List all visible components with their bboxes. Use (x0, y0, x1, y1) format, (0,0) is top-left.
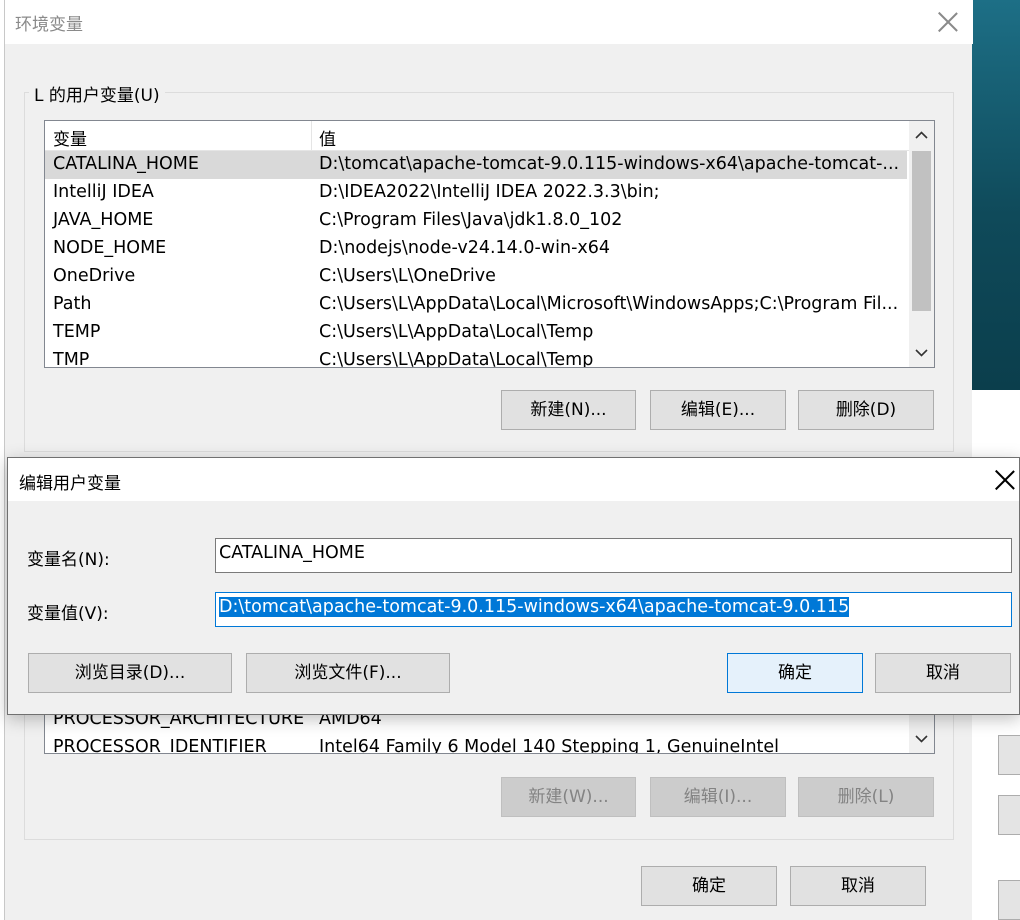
variable-name-cell: OneDrive (53, 266, 136, 286)
table-row[interactable]: JAVA_HOME C:\Program Files\Java\jdk1.8.0_… (45, 207, 907, 235)
background-button (998, 735, 1020, 775)
window-titlebar: 环境变量 (5, 0, 973, 44)
variable-name-input[interactable]: CATALINA_HOME (215, 538, 1012, 573)
cancel-button[interactable]: 取消 (790, 866, 926, 906)
user-variables-label: L 的用户变量(U) (29, 81, 165, 106)
column-separator[interactable] (311, 121, 312, 151)
button-label: 取消 (926, 663, 960, 683)
button-label: 删除(D) (835, 400, 897, 420)
variable-name-cell: CATALINA_HOME (53, 154, 199, 174)
close-icon[interactable] (937, 11, 959, 33)
button-label: 确定 (692, 876, 726, 896)
variable-value-cell: D:\tomcat\apache-tomcat-9.0.115-windows-… (319, 154, 900, 174)
button-label: 编辑(I)... (683, 787, 753, 807)
button-label: 浏览文件(F)... (294, 663, 402, 683)
variable-name-label: 变量名(N): (27, 550, 110, 570)
variable-value-cell: C:\Users\L\AppData\Local\Temp (319, 350, 594, 368)
variable-value-cell: D:\IDEA2022\IntelliJ IDEA 2022.3.3\bin; (319, 182, 660, 202)
edit-user-variable-button[interactable]: 编辑(E)... (650, 390, 786, 430)
variable-value-cell: C:\Users\L\AppData\Local\Microsoft\Windo… (319, 294, 899, 314)
variable-name-cell: TEMP (53, 322, 101, 342)
user-variables-list[interactable]: 变量 值 CATALINA_HOME D:\tomcat\apache-tomca… (44, 120, 935, 368)
table-row[interactable]: Path C:\Users\L\AppData\Local\Microsoft\W… (45, 291, 907, 319)
variable-name-cell: Path (53, 294, 92, 314)
scroll-up-icon[interactable] (915, 129, 928, 142)
variable-name-value: CATALINA_HOME (219, 543, 365, 563)
variable-name-cell: NODE_HOME (53, 238, 167, 258)
button-label: 编辑(E)... (680, 400, 756, 420)
variable-name-cell: IntelliJ IDEA (53, 182, 154, 202)
close-icon[interactable] (994, 469, 1016, 491)
variable-value-cell: C:\Users\L\AppData\Local\Temp (319, 322, 594, 342)
scrollbar-thumb[interactable] (912, 151, 931, 311)
button-label: 取消 (841, 876, 875, 896)
table-row[interactable]: IntelliJ IDEA D:\IDEA2022\IntelliJ IDEA 2… (45, 179, 907, 207)
vertical-scrollbar[interactable] (909, 121, 934, 367)
delete-user-variable-button[interactable]: 删除(D) (798, 390, 934, 430)
background-button (998, 880, 1020, 920)
dialog-ok-button[interactable]: 确定 (727, 653, 863, 693)
edit-user-variable-dialog: 编辑用户变量 变量名(N): CATALINA_HOME 变量值(V): D:\… (7, 457, 1020, 715)
variable-name-cell: PROCESSOR_IDENTIFIER (53, 737, 267, 754)
delete-system-variable-button[interactable]: 删除(L) (798, 777, 934, 817)
button-label: 新建(N)... (530, 400, 607, 420)
dialog-title: 编辑用户变量 (19, 474, 121, 494)
column-header-name[interactable]: 变量 (53, 125, 87, 150)
table-row[interactable]: NODE_HOME D:\nodejs\node-v24.14.0-win-x64 (45, 235, 907, 263)
dialog-titlebar: 编辑用户变量 (8, 458, 1019, 501)
browse-directory-button[interactable]: 浏览目录(D)... (28, 653, 232, 693)
table-row[interactable]: TEMP C:\Users\L\AppData\Local\Temp (45, 319, 907, 347)
desktop-background (972, 0, 1020, 390)
table-row[interactable]: PROCESSOR_IDENTIFIER Intel64 Family 6 Mod… (45, 734, 907, 754)
browse-file-button[interactable]: 浏览文件(F)... (246, 653, 450, 693)
variable-value-input[interactable]: D:\tomcat\apache-tomcat-9.0.115-windows-… (215, 592, 1012, 627)
button-label: 确定 (778, 663, 812, 683)
variable-value-selected-text: D:\tomcat\apache-tomcat-9.0.115-windows-… (219, 597, 850, 617)
edit-system-variable-button[interactable]: 编辑(I)... (650, 777, 786, 817)
dialog-cancel-button[interactable]: 取消 (875, 653, 1011, 693)
window-title: 环境变量 (15, 15, 83, 35)
new-system-variable-button[interactable]: 新建(W)... (501, 777, 636, 817)
table-row[interactable]: TMP C:\Users\L\AppData\Local\Temp (45, 347, 907, 368)
column-header-value[interactable]: 值 (319, 125, 336, 150)
variable-value-label: 变量值(V): (27, 604, 109, 624)
button-label: 新建(W)... (528, 787, 609, 807)
button-label: 删除(L) (837, 787, 895, 807)
variable-name-cell: JAVA_HOME (53, 210, 154, 230)
list-header: 变量 值 (45, 121, 934, 151)
variable-value-cell: C:\Users\L\OneDrive (319, 266, 496, 286)
variable-name-cell: TMP (53, 350, 90, 368)
table-row[interactable]: OneDrive C:\Users\L\OneDrive (45, 263, 907, 291)
variable-value-cell: D:\nodejs\node-v24.14.0-win-x64 (319, 238, 611, 258)
scroll-down-icon[interactable] (915, 732, 928, 745)
background-button (998, 795, 1020, 835)
scroll-down-icon[interactable] (915, 346, 928, 359)
variable-value-cell: C:\Program Files\Java\jdk1.8.0_102 (319, 210, 623, 230)
ok-button[interactable]: 确定 (641, 866, 777, 906)
new-user-variable-button[interactable]: 新建(N)... (501, 390, 636, 430)
table-row[interactable]: CATALINA_HOME D:\tomcat\apache-tomcat-9.0… (45, 151, 907, 179)
variable-value-cell: Intel64 Family 6 Model 140 Stepping 1, G… (319, 737, 780, 754)
button-label: 浏览目录(D)... (74, 663, 186, 683)
